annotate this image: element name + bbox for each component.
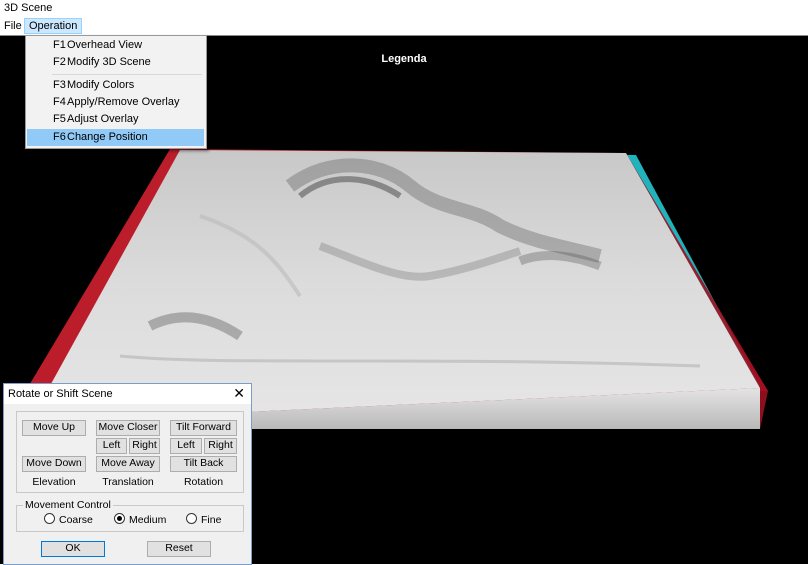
menu-separator	[52, 74, 202, 75]
rotate-right-button[interactable]: Right	[204, 438, 237, 454]
shortcut-key: F1	[53, 39, 66, 51]
window-title: 3D Scene	[4, 2, 53, 14]
menu-item-modify-3d-scene[interactable]: F2 Modify 3D Scene	[27, 54, 204, 71]
translation-label: Translation	[102, 476, 154, 488]
ok-button[interactable]: OK	[41, 541, 105, 557]
move-down-button[interactable]: Move Down	[22, 456, 86, 472]
menu-item-label: Modify Colors	[67, 79, 135, 91]
translate-right-button[interactable]: Right	[129, 438, 160, 454]
menu-item-overhead-view[interactable]: F1 Overhead View	[27, 37, 204, 54]
radio-indicator	[114, 513, 125, 524]
menu-item-adjust-overlay[interactable]: F5 Adjust Overlay	[27, 111, 204, 128]
menu-item-modify-colors[interactable]: F3 Modify Colors	[27, 77, 204, 94]
menu-item-label: Overhead View	[67, 39, 143, 51]
menu-bar: File Operation	[0, 17, 808, 35]
operation-dropdown: F1 Overhead View F2 Modify 3D Scene F3 M…	[25, 35, 207, 149]
rotate-left-button[interactable]: Left	[170, 438, 202, 454]
dialog-title-bar: Rotate or Shift Scene ✕	[4, 384, 251, 404]
radio-indicator	[186, 513, 197, 524]
translate-left-button[interactable]: Left	[96, 438, 127, 454]
reset-button[interactable]: Reset	[147, 541, 211, 557]
radio-label: Coarse	[59, 514, 93, 526]
radio-label: Medium	[129, 514, 167, 526]
tilt-back-button[interactable]: Tilt Back	[170, 456, 237, 472]
shortcut-key: F6	[53, 131, 66, 143]
shortcut-key: F5	[53, 113, 66, 125]
tilt-forward-button[interactable]: Tilt Forward	[170, 420, 237, 436]
shortcut-key: F4	[53, 96, 66, 108]
rotation-label: Rotation	[183, 476, 224, 488]
menu-item-label: Change Position	[67, 131, 148, 143]
menu-file[interactable]: File	[0, 18, 26, 34]
radio-fine[interactable]: Fine	[186, 513, 221, 526]
movement-control-label: Movement Control	[23, 499, 113, 511]
move-away-button[interactable]: Move Away	[96, 456, 160, 472]
menu-item-apply-remove-overlay[interactable]: F4 Apply/Remove Overlay	[27, 94, 204, 111]
dialog-title: Rotate or Shift Scene	[8, 388, 113, 400]
radio-indicator	[44, 513, 55, 524]
elevation-label: Elevation	[32, 476, 76, 488]
radio-medium[interactable]: Medium	[114, 513, 166, 526]
close-icon[interactable]: ✕	[233, 386, 245, 400]
menu-item-label: Apply/Remove Overlay	[67, 96, 180, 108]
menu-item-change-position[interactable]: F6 Change Position	[27, 129, 204, 146]
shortcut-key: F2	[53, 56, 66, 68]
shortcut-key: F3	[53, 79, 66, 91]
rotate-shift-dialog: Rotate or Shift Scene ✕ Move Up Move Dow…	[3, 383, 252, 565]
menu-item-label: Adjust Overlay	[67, 113, 139, 125]
title-bar: 3D Scene	[0, 0, 808, 17]
radio-label: Fine	[201, 514, 222, 526]
move-closer-button[interactable]: Move Closer	[96, 420, 160, 436]
menu-operation[interactable]: Operation	[24, 18, 83, 34]
radio-coarse[interactable]: Coarse	[44, 513, 93, 526]
menu-item-label: Modify 3D Scene	[67, 56, 151, 68]
move-up-button[interactable]: Move Up	[22, 420, 86, 436]
